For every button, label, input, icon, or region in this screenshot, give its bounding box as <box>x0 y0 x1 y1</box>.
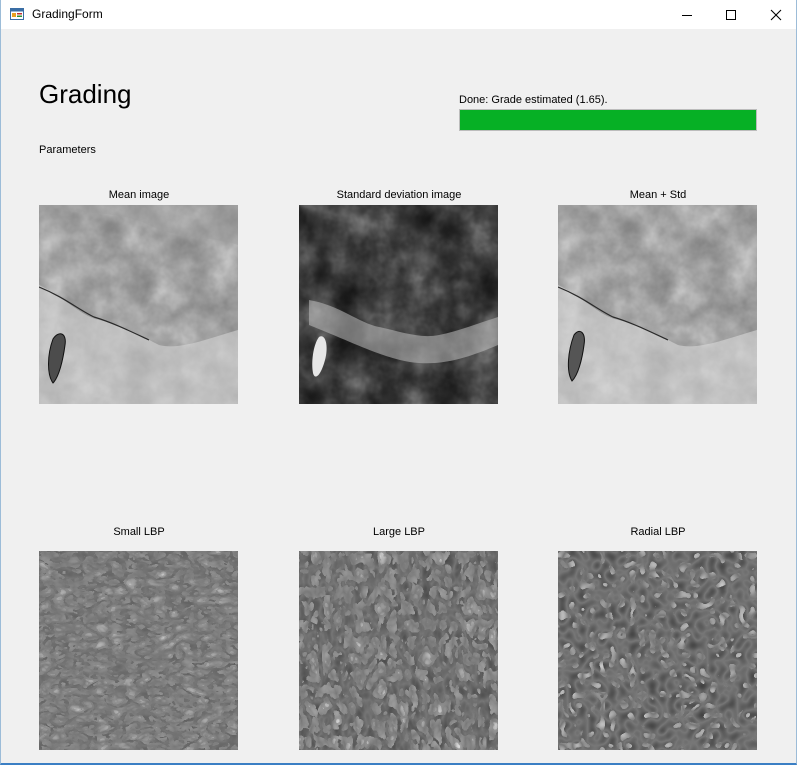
app-form-icon <box>10 8 24 20</box>
mean-image-caption: Mean image <box>108 189 170 201</box>
form-client-area: Grading Parameters Done: Grade estimated… <box>1 29 796 763</box>
close-icon <box>770 9 782 20</box>
small-lbp-image <box>39 551 238 750</box>
mean-std-image-caption: Mean + Std <box>629 189 687 201</box>
parameters-label: Parameters <box>39 144 96 156</box>
grading-form-window: GradingForm Grading Parameters Done: Gra… <box>0 0 797 765</box>
small-lbp-caption: Small LBP <box>113 526 165 538</box>
minimize-button[interactable] <box>664 0 710 29</box>
close-button[interactable] <box>753 0 797 29</box>
maximize-button[interactable] <box>708 0 754 29</box>
mean-plus-std-image <box>558 205 757 404</box>
large-lbp-caption: Large LBP <box>373 526 425 538</box>
title-bar[interactable]: GradingForm <box>1 0 796 29</box>
maximize-icon <box>726 9 736 20</box>
minimize-icon <box>682 14 692 16</box>
progress-bar <box>459 109 757 131</box>
mean-image <box>39 205 238 404</box>
progress-bar-fill <box>460 110 756 130</box>
standard-deviation-image <box>299 205 498 404</box>
window-title: GradingForm <box>32 7 103 21</box>
large-lbp-image <box>299 551 498 750</box>
radial-lbp-caption: Radial LBP <box>630 526 686 538</box>
status-text: Done: Grade estimated (1.65). <box>459 94 608 106</box>
page-title: Grading <box>39 79 132 109</box>
radial-lbp-image <box>558 551 757 750</box>
std-image-caption: Standard deviation image <box>336 189 462 201</box>
